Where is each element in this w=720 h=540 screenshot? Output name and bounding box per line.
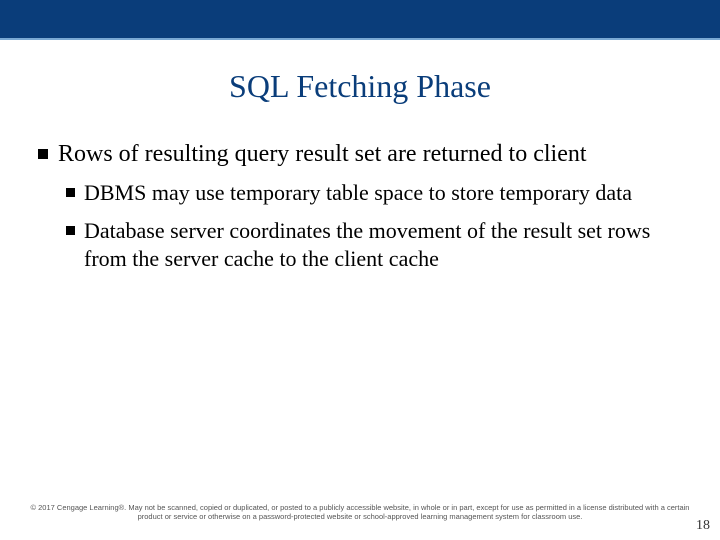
bullet-level2-group: DBMS may use temporary table space to st… xyxy=(66,179,682,273)
bullet-level1: Rows of resulting query result set are r… xyxy=(38,139,682,169)
bullet-text: Rows of resulting query result set are r… xyxy=(58,139,587,169)
bullet-level2: Database server coordinates the movement… xyxy=(66,217,682,273)
header-band xyxy=(0,0,720,38)
slide-title: SQL Fetching Phase xyxy=(0,68,720,105)
copyright-text: © 2017 Cengage Learning®. May not be sca… xyxy=(30,503,690,523)
slide-footer: © 2017 Cengage Learning®. May not be sca… xyxy=(0,503,720,523)
square-bullet-icon xyxy=(38,149,48,159)
bullet-text: DBMS may use temporary table space to st… xyxy=(84,179,632,207)
page-number: 18 xyxy=(696,518,710,534)
bullet-level2: DBMS may use temporary table space to st… xyxy=(66,179,682,207)
square-bullet-icon xyxy=(66,188,75,197)
header-accent-line xyxy=(0,38,720,40)
slide-body: Rows of resulting query result set are r… xyxy=(0,139,720,273)
bullet-text: Database server coordinates the movement… xyxy=(84,217,682,273)
square-bullet-icon xyxy=(66,226,75,235)
